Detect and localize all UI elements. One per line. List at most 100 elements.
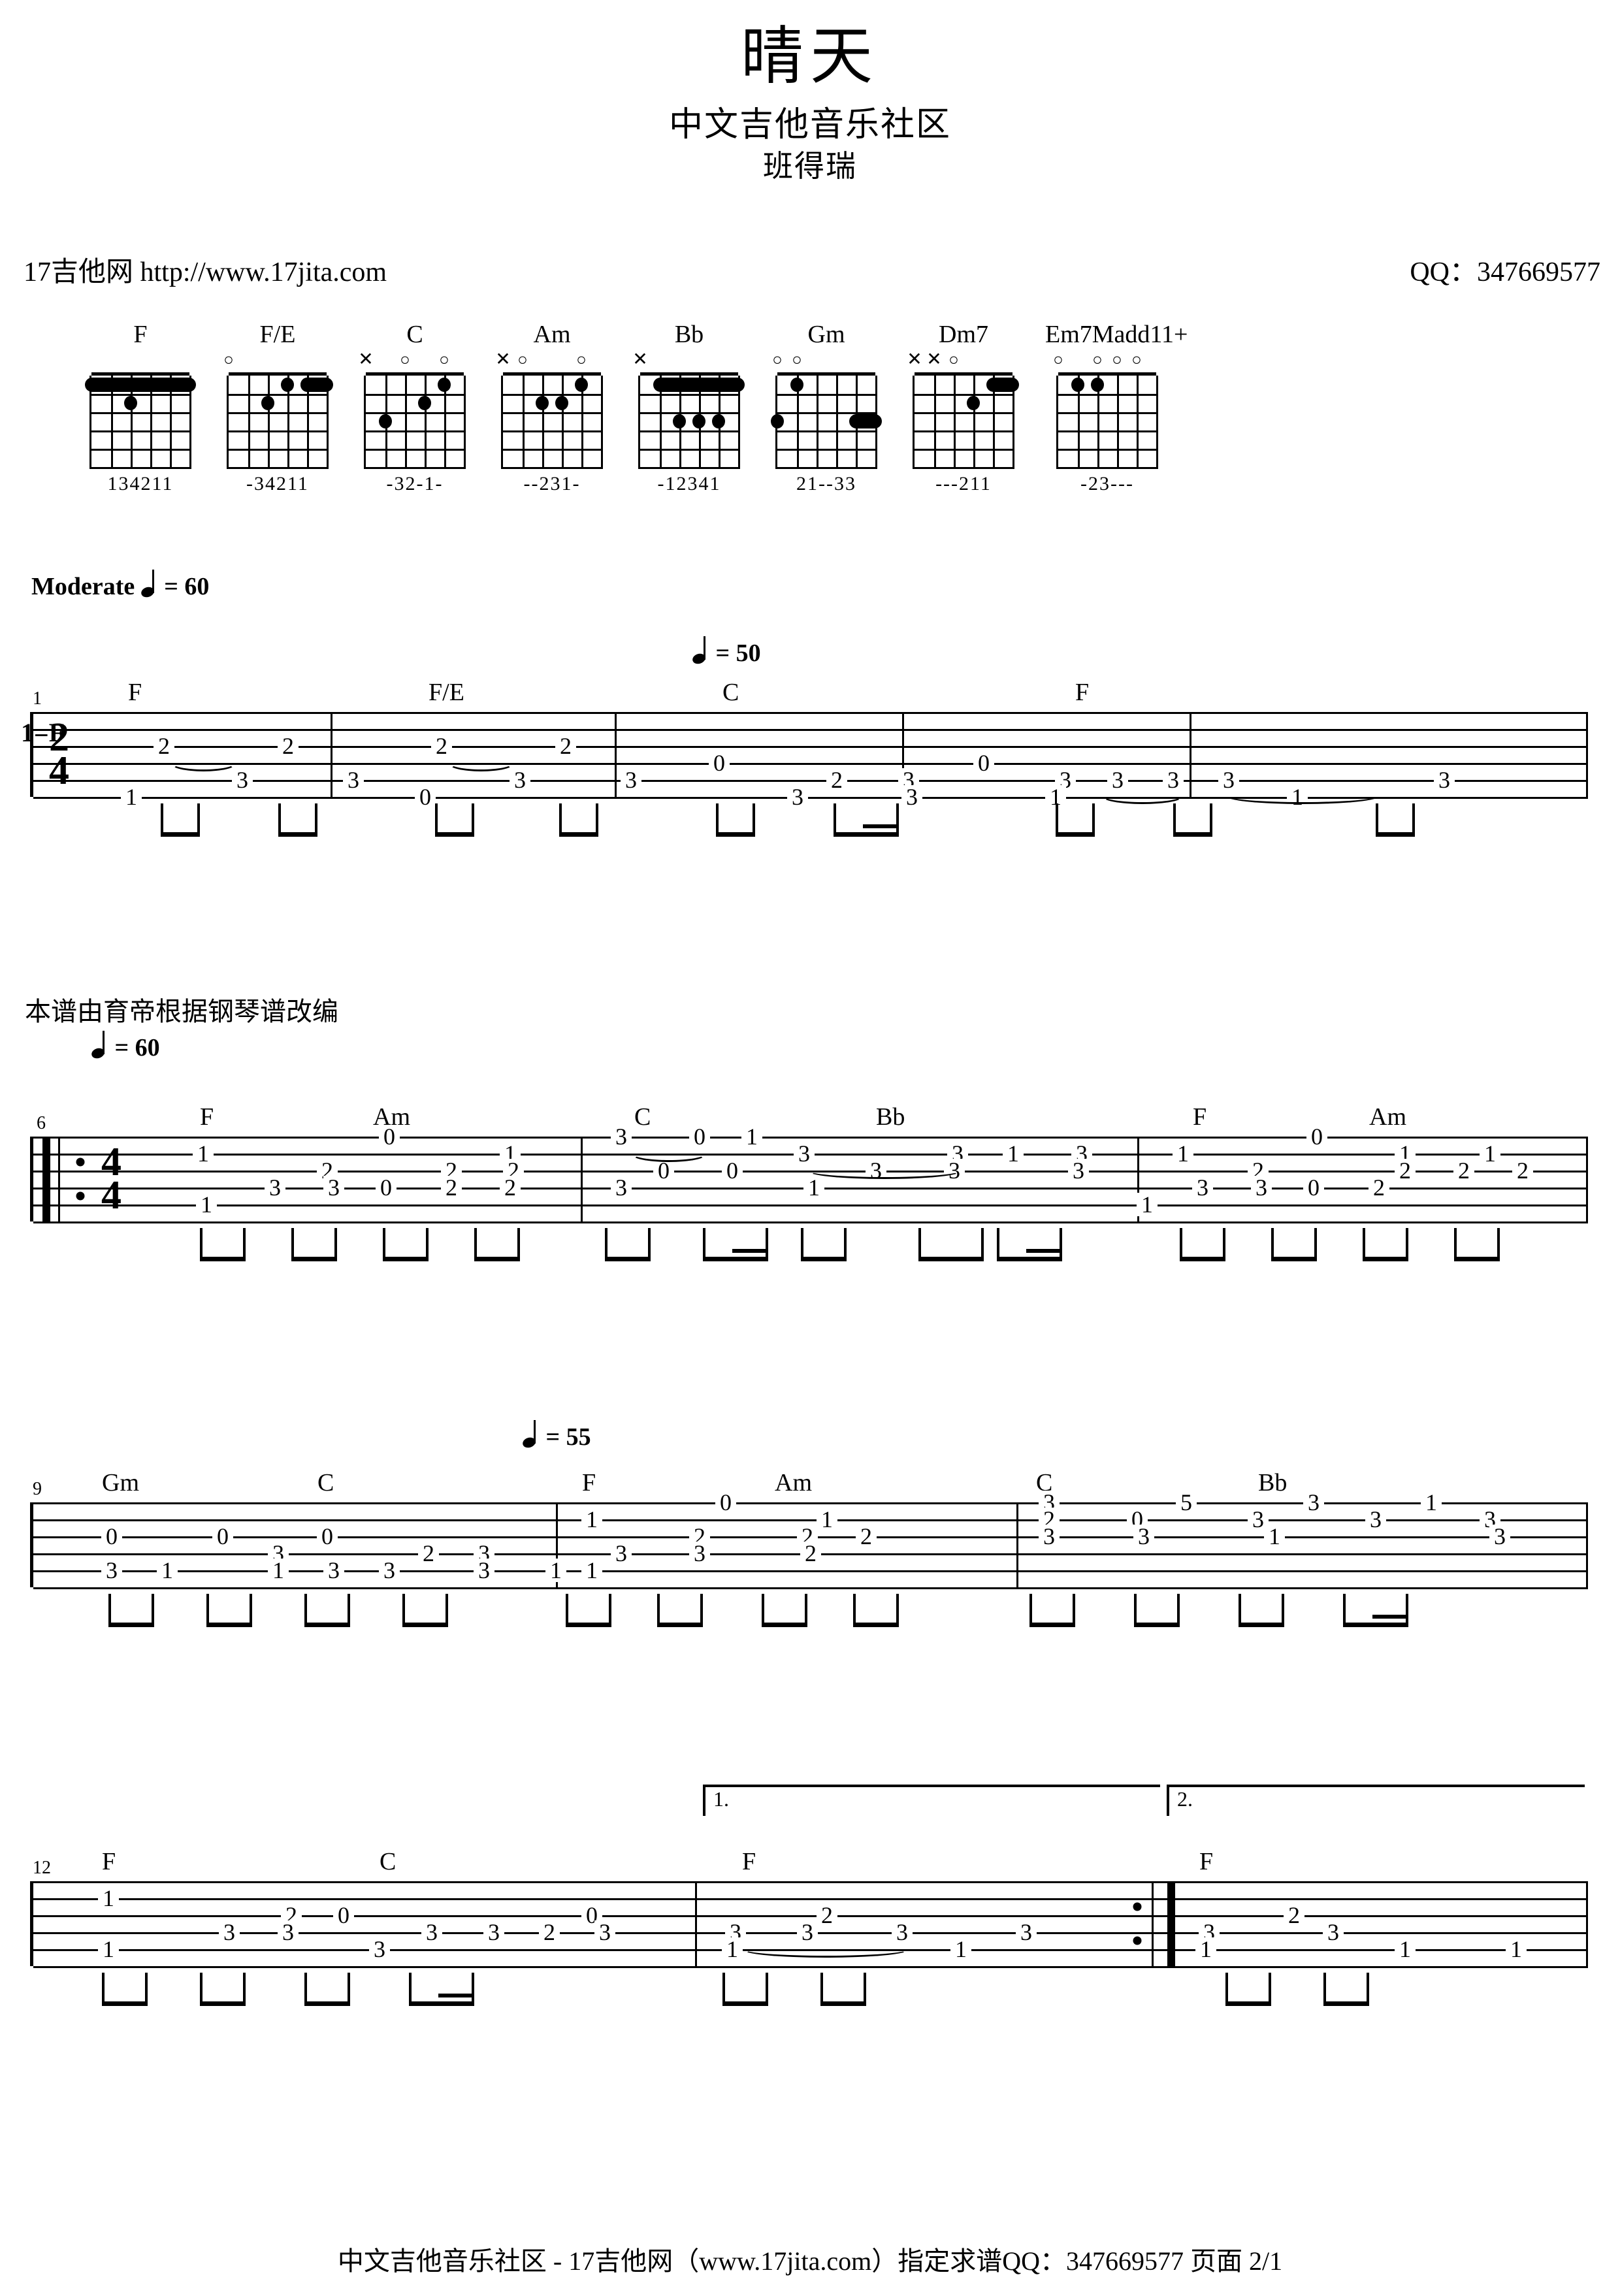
rhythm-stem xyxy=(722,1973,725,2004)
rhythm-stem xyxy=(243,1973,246,2004)
tab-fret-number: 1 xyxy=(950,1937,971,1961)
chord-fingering: -23--- xyxy=(1080,473,1134,494)
tab-fret-number: 1 xyxy=(1506,1937,1527,1961)
rhythm-stem xyxy=(716,803,719,835)
tempo-value-50: = 50 xyxy=(715,639,761,667)
tab-fret-number: 1 xyxy=(803,1176,824,1199)
chord-string-markers: ○ xyxy=(223,350,234,369)
chord-diagram-Em7Madd11: Em7Madd11+ ○ ○ ○ ○ -23--- xyxy=(1045,320,1188,495)
rhythm-beam xyxy=(102,2001,148,2006)
rhythm-stem xyxy=(648,1228,651,1259)
rhythm-beam xyxy=(1134,1623,1180,1627)
rhythm-stem xyxy=(446,1594,448,1625)
rhythm-beam xyxy=(304,1623,350,1627)
tab-fret-number: 0 xyxy=(317,1525,338,1548)
barline xyxy=(1016,1502,1018,1587)
tab-string-line xyxy=(33,1898,1588,1900)
rhythm-beam-secondary xyxy=(732,1249,768,1253)
chord-name: F xyxy=(133,321,148,348)
tab-fret-number: 1 xyxy=(581,1559,602,1582)
rhythm-stem xyxy=(981,1228,984,1259)
tab-fret-number: 0 xyxy=(653,1159,674,1182)
tab-fret-number: 3 xyxy=(621,768,641,792)
tab-fret-number: 3 xyxy=(1434,768,1455,792)
tab-fret-number: 1 xyxy=(98,1886,119,1910)
rhythm-beam xyxy=(108,1623,154,1627)
chord-label: C xyxy=(380,1848,397,1875)
chord-name: Gm xyxy=(807,321,845,348)
tab-string-line xyxy=(33,1519,1588,1521)
chord-diagram-Gm: Gm ○ ○ 21--33 xyxy=(764,320,888,495)
rhythm-beam xyxy=(278,832,317,837)
rhythm-stem xyxy=(474,1228,477,1259)
chord-fingering: 21--33 xyxy=(796,473,856,494)
tab-fret-number: 0 xyxy=(973,751,994,775)
rhythm-stem xyxy=(200,1228,202,1259)
tab-system-1: F F/E C F 1 2 4 2 2 3 3 1 2 2 3 3 0 0 2 3 0 3 3 3 3 3 3 3 1 1 xyxy=(30,679,1591,921)
chord-finger-dot xyxy=(1071,378,1084,392)
rhythm-beam xyxy=(1363,1257,1408,1261)
rhythm-beam xyxy=(402,1623,448,1627)
rhythm-stem xyxy=(997,1228,999,1259)
tab-fret-number: 1 xyxy=(1395,1937,1416,1961)
tab-fret-number: 1 xyxy=(98,1937,119,1961)
tab-fret-number: 2 xyxy=(278,734,299,758)
rhythm-stem xyxy=(1406,1594,1408,1625)
rhythm-stem xyxy=(596,803,598,835)
chord-string-markers: ○ ○ ○ ○ xyxy=(1053,350,1142,369)
chord-label: Bb xyxy=(876,1103,905,1131)
tab-fret-number: 3 xyxy=(611,1176,632,1199)
chord-diagram-Dm7: Dm7 ✕ ✕ ○ ---211 xyxy=(901,320,1026,495)
rhythm-stem xyxy=(820,1973,823,2004)
quarter-note-icon xyxy=(692,636,709,666)
rhythm-beam xyxy=(1225,2001,1271,2006)
volta-label-1: 1. xyxy=(713,1787,729,1811)
tab-fret-number: 2 xyxy=(1284,1903,1304,1927)
rhythm-stem xyxy=(1363,1228,1365,1259)
chord-finger-dot xyxy=(771,414,784,428)
barline xyxy=(58,1137,60,1221)
tab-string-line xyxy=(33,1502,1588,1504)
tab-system-3: Gm C F Am C Bb 9 0 0 0 3 2 3 3 1 1 3 3 3 1 0 1 1 2 2 2 3 3 2 1 3 5 3 1 2 0 3… xyxy=(30,1469,1591,1711)
tab-fret-number: 2 xyxy=(441,1176,462,1199)
chord-diagram-FE: F/E ○ -34211 xyxy=(216,320,340,495)
chord-label: C xyxy=(722,679,739,706)
rhythm-stem xyxy=(657,1594,660,1625)
rhythm-beam xyxy=(1343,1623,1408,1627)
tab-fret-number: 2 xyxy=(154,734,174,758)
rhythm-beam xyxy=(383,1257,429,1261)
tab-fret-number: 3 xyxy=(794,1142,815,1165)
tempo-value: = 60 xyxy=(164,573,210,600)
slur xyxy=(1101,788,1184,804)
tab-string-line xyxy=(33,1966,1588,1968)
tab-fret-number: 2 xyxy=(856,1525,877,1548)
barline xyxy=(581,1137,583,1221)
tempo-value-60: = 60 xyxy=(114,1034,160,1061)
chord-fretboard xyxy=(638,376,745,469)
rhythm-beam xyxy=(200,2001,246,2006)
rhythm-stem xyxy=(108,1594,111,1625)
barline xyxy=(1152,1881,1154,1966)
rhythm-beam xyxy=(1173,832,1212,837)
barline xyxy=(1586,1502,1588,1587)
rhythm-stem xyxy=(348,1594,350,1625)
rhythm-beam xyxy=(1239,1623,1284,1627)
rhythm-stem xyxy=(559,803,562,835)
rhythm-beam xyxy=(997,1257,1062,1261)
barline xyxy=(1586,712,1588,797)
repeat-dot xyxy=(76,1157,85,1167)
barline xyxy=(1167,1881,1175,1966)
chord-finger-dot xyxy=(555,396,568,410)
tab-fret-number: 3 xyxy=(797,1920,818,1944)
chord-label: F xyxy=(1199,1848,1214,1875)
qq-contact: QQ：347669577 xyxy=(1410,257,1600,287)
tab-string-line xyxy=(33,746,1588,748)
tab-fret-number: 0 xyxy=(689,1125,710,1148)
rhythm-stem xyxy=(348,1973,350,2004)
tab-fret-number: 0 xyxy=(1303,1176,1324,1199)
rhythm-stem xyxy=(700,1594,703,1625)
website-link[interactable]: 17吉他网 http://www.17jita.com xyxy=(24,250,387,289)
rhythm-beam xyxy=(918,1257,984,1261)
tab-string-line xyxy=(33,1915,1588,1917)
volta-label-2: 2. xyxy=(1177,1787,1193,1811)
